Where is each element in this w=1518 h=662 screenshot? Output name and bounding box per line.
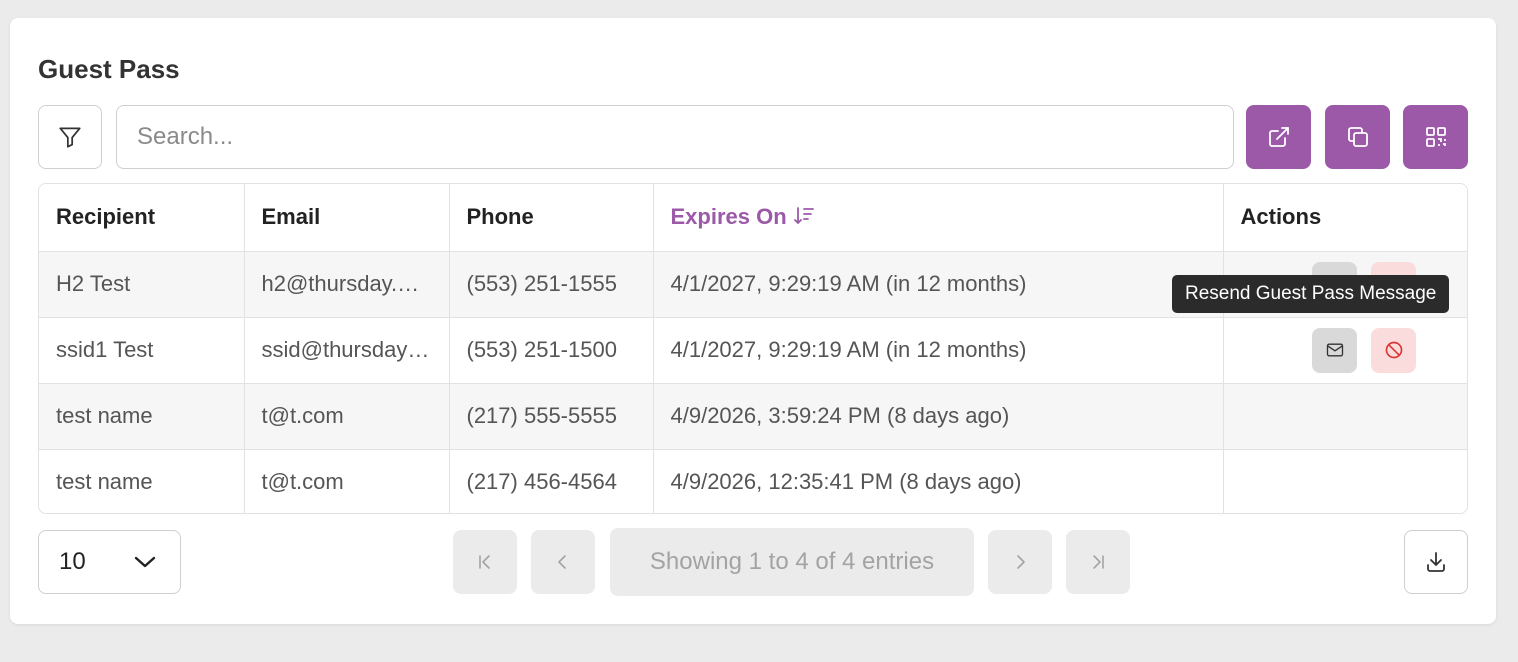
column-header-phone[interactable]: Phone (449, 184, 654, 252)
first-page-icon (479, 555, 490, 569)
pagination-status: Showing 1 to 4 of 4 entries (610, 528, 974, 596)
cell-email: ssid@thursday… (244, 317, 450, 384)
cell-expires: 4/9/2026, 12:35:41 PM (8 days ago) (653, 449, 1224, 513)
cell-actions (1223, 317, 1467, 384)
resend-message-button[interactable] (1312, 327, 1358, 373)
qr-code-button[interactable] (1403, 105, 1468, 169)
filter-button[interactable] (38, 105, 102, 169)
first-page-button[interactable] (453, 530, 517, 594)
guest-pass-card: Guest Pass Recipient Email Phone Expires… (10, 18, 1496, 624)
previous-page-button[interactable] (531, 530, 595, 594)
guest-pass-table: Recipient Email Phone Expires On Actions… (38, 183, 1468, 514)
table-header-row: Recipient Email Phone Expires On Actions (39, 184, 1467, 252)
cell-phone: (217) 456-4564 (449, 449, 654, 513)
cell-email: t@t.com (244, 383, 450, 450)
cell-recipient: H2 Test (39, 251, 245, 318)
cell-actions (1223, 449, 1467, 513)
download-icon (1427, 552, 1445, 572)
page-size-select[interactable]: 10 (38, 530, 181, 594)
cell-phone: (553) 251-1500 (449, 317, 654, 384)
last-page-button[interactable] (1066, 530, 1130, 594)
chevron-left-icon (558, 555, 566, 569)
cell-actions (1223, 383, 1467, 450)
column-header-expires-on[interactable]: Expires On (653, 184, 1224, 252)
qr-code-icon (1425, 127, 1446, 147)
cell-expires: 4/1/2027, 9:29:19 AM (in 12 months) (653, 251, 1224, 318)
next-page-button[interactable] (988, 530, 1052, 594)
copy-icon (1347, 127, 1368, 147)
cell-recipient: test name (39, 449, 245, 513)
cell-email: t@t.com (244, 449, 450, 513)
cell-recipient: ssid1 Test (39, 317, 245, 384)
open-external-button[interactable] (1246, 105, 1311, 169)
table-row[interactable]: test name t@t.com (217) 456-4564 4/9/202… (39, 449, 1467, 513)
page-size-value: 10 (59, 548, 86, 575)
revoke-pass-button[interactable] (1371, 327, 1417, 373)
cell-email: h2@thursday.… (244, 251, 450, 318)
mail-icon (1326, 343, 1343, 357)
column-header-recipient[interactable]: Recipient (39, 184, 245, 252)
chevron-down-icon (134, 556, 156, 568)
page-title: Guest Pass (38, 54, 180, 84)
table-row[interactable]: test name t@t.com (217) 555-5555 4/9/202… (39, 383, 1467, 450)
chevron-right-icon (1017, 555, 1025, 569)
ban-icon (1385, 341, 1403, 359)
search-input[interactable] (116, 105, 1234, 169)
cell-expires: 4/9/2026, 3:59:24 PM (8 days ago) (653, 383, 1224, 450)
cell-recipient: test name (39, 383, 245, 450)
download-button[interactable] (1404, 530, 1468, 594)
last-page-icon (1093, 555, 1104, 569)
cell-expires: 4/1/2027, 9:29:19 AM (in 12 months) (653, 317, 1224, 384)
copy-button[interactable] (1325, 105, 1390, 169)
sort-descending-icon (793, 207, 814, 225)
column-header-actions: Actions (1223, 184, 1467, 252)
tooltip: Resend Guest Pass Message (1172, 275, 1450, 313)
cell-phone: (217) 555-5555 (449, 383, 654, 450)
table-row[interactable]: ssid1 Test ssid@thursday… (553) 251-1500… (39, 317, 1467, 384)
external-link-icon (1268, 127, 1289, 147)
column-header-email[interactable]: Email (244, 184, 450, 252)
cell-phone: (553) 251-1555 (449, 251, 654, 318)
filter-icon (59, 127, 81, 148)
